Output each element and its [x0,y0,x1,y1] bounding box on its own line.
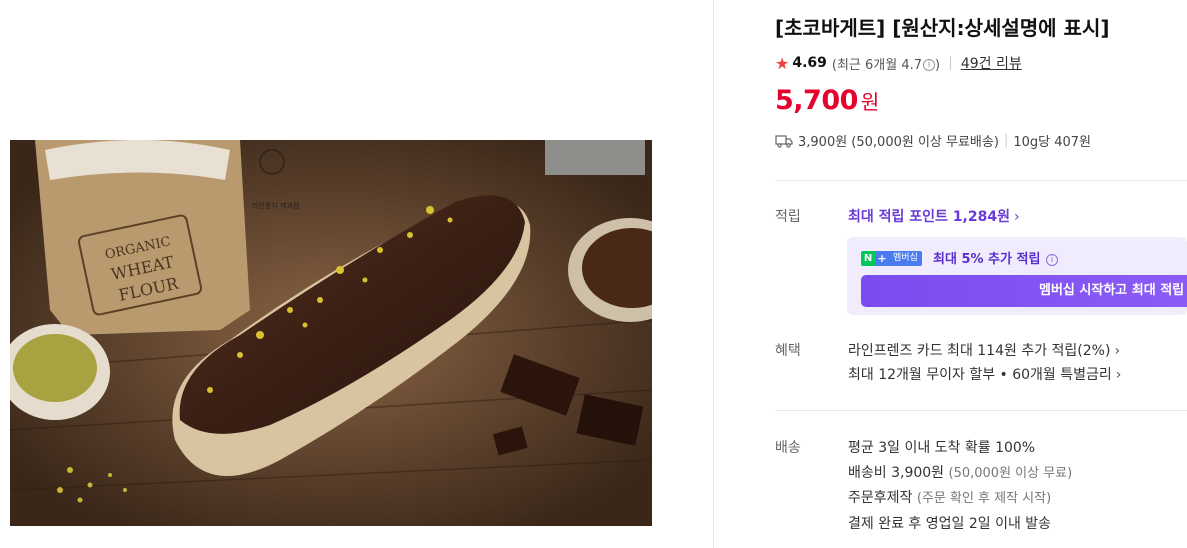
shipping-row: 3,900원 (50,000원 이상 무료배송) | 10g당 407원 [775,131,1091,150]
made-to-order-text: 주문후제작 [848,490,913,506]
bakery-logo-text: 라인풍차 제과점 [252,201,299,210]
price-row: 5,700 원 [775,85,879,116]
membership-box: N + 멤버십 최대 5% 추가 적립 i 멤버십 시작하고 최대 적립 [847,237,1187,315]
benefit-text: 라인프렌즈 카드 최대 114원 추가 적립(2%) [848,343,1111,359]
section-divider [775,180,1187,181]
truck-icon [775,134,793,148]
separator: | [948,55,953,71]
price-currency: 원 [860,90,880,114]
chevron-right-icon: › [1013,209,1020,225]
chevron-right-icon: › [1115,367,1122,383]
benefit-card-points[interactable]: 라인프렌즈 카드 최대 114원 추가 적립(2%) › [848,340,1120,360]
made-to-order-note: (주문 확인 후 제작 시작) [916,491,1052,506]
delivery-fee-note: (50,000원 이상 무료) [948,466,1073,481]
vertical-divider [713,0,714,548]
delivery-fee-text: 배송비 3,900원 [848,465,945,481]
naver-plus-membership-badge: N + 멤버십 [861,251,922,266]
delivery-arrival-rate: 평균 3일 이내 도착 확률 100% [848,440,1036,456]
rating-row: ★ 4.69 (최근 6개월 4.7 i) | 49건 리뷰 [775,53,1022,73]
info-icon[interactable]: i [923,59,936,71]
recent-rating: (최근 6개월 4.7 i) [832,54,940,73]
rating-value: 4.69 [792,55,827,71]
shipping-fee: 3,900원 (50,000원 이상 무료배송) [798,135,999,150]
points-label: 적립 [775,209,801,225]
review-count-link[interactable]: 49건 리뷰 [961,53,1022,73]
benefit-text: 최대 12개월 무이자 할부 • 60개월 특별금리 [848,367,1112,383]
plus-badge: + [875,251,889,266]
product-info-panel: [초코바게트] [원산지:상세설명에 표시] ★ 4.69 (최근 6개월 4.… [775,0,1187,548]
benefit-installment[interactable]: 최대 12개월 무이자 할부 • 60개월 특별금리 › [848,364,1121,384]
max-points-link[interactable]: 최대 적립 포인트 1,284원 › [848,206,1020,226]
delivery-label: 배송 [775,440,801,456]
product-photo[interactable]: ORGANIC WHEAT FLOUR 라인풍차 제과점 [10,140,652,526]
product-title: [초코바게트] [원산지:상세설명에 표시] [775,16,1110,40]
max-points-text: 최대 적립 포인트 1,284원 [848,209,1010,225]
start-membership-button[interactable]: 멤버십 시작하고 최대 적립 [861,275,1187,307]
price-value: 5,700 [775,85,858,116]
naver-n-badge: N [861,251,875,266]
benefits-label: 혜택 [775,343,801,359]
chevron-right-icon: › [1114,343,1121,359]
recent-rating-text: (최근 6개월 4.7 [831,57,923,73]
unit-price: 10g당 407원 [1013,135,1091,150]
membership-extra-points: 최대 5% 추가 적립 i [933,248,1058,267]
product-image-area: ORGANIC WHEAT FLOUR 라인풍차 제과점 [0,0,713,548]
info-icon[interactable]: i [1045,253,1058,266]
delivery-fee: 배송비 3,900원 (50,000원 이상 무료) [848,462,1072,482]
recent-rating-close: ) [935,57,941,73]
section-divider [775,410,1187,411]
star-icon: ★ [775,53,790,73]
membership-extra-text: 최대 5% 추가 적립 [933,252,1041,267]
membership-badge: 멤버십 [889,251,922,266]
separator: | [1003,133,1009,148]
made-to-order: 주문후제작 (주문 확인 후 제작 시작) [848,487,1051,507]
dispatch-info: 결제 완료 후 영업일 2일 이내 발송 [848,516,1052,532]
